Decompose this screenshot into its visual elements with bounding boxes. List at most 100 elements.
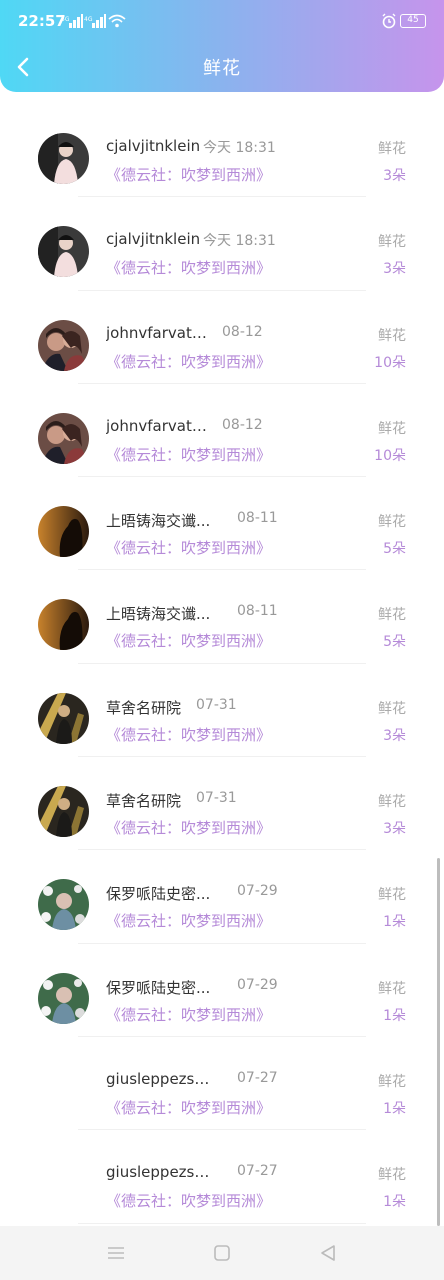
gift-count: 1朵	[383, 914, 406, 931]
menu-icon[interactable]	[106, 1243, 126, 1263]
program-link[interactable]: 《德云社：吹梦到西洲》	[106, 444, 271, 465]
list-item[interactable]: 上晤铸海交谶... 08-11 《德云社：吹梦到西洲》 鲜花 5朵	[0, 570, 444, 664]
avatar[interactable]	[38, 1159, 89, 1210]
user-name: johnvfarvatous	[106, 323, 216, 342]
gift-time: 今天 18:31	[203, 140, 276, 156]
gift-count: 1朵	[383, 1194, 406, 1211]
header-bar: 22:57 5G 4G 45 鲜花	[0, 0, 444, 92]
user-name: giusleppezsax...	[106, 1069, 216, 1088]
svg-text:4G: 4G	[84, 16, 93, 23]
list-item[interactable]: giusleppezsax... 07-27 《德云社：吹梦到西洲》 鲜花 1朵	[0, 1130, 444, 1224]
list-item[interactable]: cjalvjitnklein 今天 18:31 《德云社：吹梦到西洲》 鲜花 3朵	[0, 197, 444, 291]
home-icon[interactable]	[212, 1243, 232, 1263]
avatar[interactable]	[38, 1066, 89, 1117]
program-link[interactable]: 《德云社：吹梦到西洲》	[106, 630, 271, 651]
user-name: giusleppezsax...	[106, 1163, 216, 1182]
program-link[interactable]: 《德云社：吹梦到西洲》	[106, 1097, 271, 1118]
signal-icon: 4G	[84, 14, 106, 28]
user-name: 保罗哌陆史密...	[106, 885, 211, 904]
battery-icon: 45	[400, 14, 426, 28]
gift-type: 鲜花	[378, 514, 406, 531]
list-item[interactable]: 保罗哌陆史密... 07-29 《德云社：吹梦到西洲》 鲜花 1朵	[0, 944, 444, 1037]
svg-text:5G: 5G	[61, 16, 70, 23]
gift-time: 08-12	[222, 323, 263, 340]
list-item[interactable]: johnvfarvatous 08-12 《德云社：吹梦到西洲》 鲜花 10朵	[0, 291, 444, 384]
gift-type: 鲜花	[378, 794, 406, 811]
program-link[interactable]: 《德云社：吹梦到西洲》	[106, 537, 271, 558]
avatar[interactable]	[38, 786, 89, 838]
alarm-icon	[382, 13, 396, 29]
gift-count: 1朵	[383, 1100, 406, 1117]
gift-count: 3朵	[383, 168, 406, 184]
avatar[interactable]	[38, 506, 89, 558]
list-item[interactable]: 草舍名研院 07-31 《德云社：吹梦到西洲》 鲜花 3朵	[0, 664, 444, 758]
avatar[interactable]	[38, 972, 89, 1024]
user-name: cjalvjitnklein	[106, 137, 201, 155]
wifi-icon	[108, 14, 126, 28]
list-item[interactable]: 保罗哌陆史密... 07-29 《德云社：吹梦到西洲》 鲜花 1朵	[0, 850, 444, 944]
page-title: 鲜花	[203, 58, 241, 79]
gift-count: 3朵	[383, 821, 406, 838]
gift-count: 10朵	[374, 354, 406, 371]
user-name: johnvfarvatous	[106, 416, 216, 435]
list-item[interactable]: cjalvjitnklein 今天 18:31 《德云社：吹梦到西洲》 鲜花 3朵	[0, 104, 444, 198]
user-name: 上晤铸海交谶...	[106, 512, 211, 531]
user-name: cjalvjitnklein	[106, 230, 201, 249]
avatar[interactable]	[38, 879, 89, 931]
gift-type: 鲜花	[378, 327, 406, 344]
scrollbar[interactable]	[437, 858, 440, 1226]
program-link[interactable]: 《德云社：吹梦到西洲》	[106, 164, 271, 185]
gift-time: 08-12	[222, 416, 263, 433]
gift-type: 鲜花	[378, 607, 406, 624]
gift-time: 07-31	[196, 790, 237, 807]
gift-count: 3朵	[383, 727, 406, 744]
gift-time: 07-31	[196, 696, 237, 713]
avatar[interactable]	[38, 692, 89, 744]
user-name: 保罗哌陆史密...	[106, 978, 211, 997]
gift-type: 鲜花	[378, 887, 406, 904]
program-link[interactable]: 《德云社：吹梦到西洲》	[106, 351, 271, 372]
gift-type: 鲜花	[378, 141, 406, 157]
gift-count: 5朵	[383, 634, 406, 651]
gift-count: 3朵	[383, 261, 406, 278]
list-item[interactable]: giusleppezsax... 07-27 《德云社：吹梦到西洲》 鲜花 1朵	[0, 1037, 444, 1131]
divider	[78, 1222, 366, 1224]
gift-count: 5朵	[383, 541, 406, 558]
avatar[interactable]	[38, 319, 89, 371]
gift-type: 鲜花	[378, 700, 406, 717]
gift-type: 鲜花	[378, 980, 406, 997]
avatar[interactable]	[38, 226, 89, 278]
gift-time: 08-11	[237, 510, 278, 527]
gift-time: 07-27	[237, 1163, 278, 1180]
system-nav-bar	[0, 1226, 444, 1280]
status-time: 22:57	[18, 12, 66, 30]
avatar[interactable]	[38, 599, 89, 651]
program-link[interactable]: 《德云社：吹梦到西洲》	[106, 724, 271, 745]
avatar[interactable]	[38, 133, 89, 184]
program-link[interactable]: 《德云社：吹梦到西洲》	[106, 257, 271, 278]
gift-time: 08-11	[237, 603, 278, 620]
gift-count: 1朵	[383, 1007, 406, 1024]
gift-type: 鲜花	[378, 1167, 406, 1184]
list-item[interactable]: 草舍名研院 07-31 《德云社：吹梦到西洲》 鲜花 3朵	[0, 757, 444, 851]
signal-icon: 5G	[61, 14, 83, 28]
gift-time: 07-29	[237, 976, 278, 993]
gift-type: 鲜花	[378, 420, 406, 437]
program-link[interactable]: 《德云社：吹梦到西洲》	[106, 1004, 271, 1025]
flower-gift-list: cjalvjitnklein 今天 18:31 《德云社：吹梦到西洲》 鲜花 3朵 cja…	[0, 104, 444, 1224]
user-name: 上晤铸海交谶...	[106, 605, 211, 624]
gift-type: 鲜花	[378, 234, 406, 251]
status-bar: 22:57 5G 4G 45	[0, 0, 444, 44]
program-link[interactable]: 《德云社：吹梦到西洲》	[106, 1190, 271, 1211]
gift-time: 07-27	[237, 1069, 278, 1086]
list-item[interactable]: johnvfarvatous 08-12 《德云社：吹梦到西洲》 鲜花 10朵	[0, 384, 444, 478]
gift-time: 今天 18:31	[203, 233, 276, 250]
program-link[interactable]: 《德云社：吹梦到西洲》	[106, 817, 271, 838]
back-nav-icon[interactable]	[318, 1243, 338, 1263]
program-link[interactable]: 《德云社：吹梦到西洲》	[106, 910, 271, 931]
gift-time: 07-29	[237, 883, 278, 900]
gift-type: 鲜花	[378, 1073, 406, 1090]
gift-count: 10朵	[374, 447, 406, 464]
avatar[interactable]	[38, 412, 89, 464]
list-item[interactable]: 上晤铸海交谶... 08-11 《德云社：吹梦到西洲》 鲜花 5朵	[0, 477, 444, 571]
